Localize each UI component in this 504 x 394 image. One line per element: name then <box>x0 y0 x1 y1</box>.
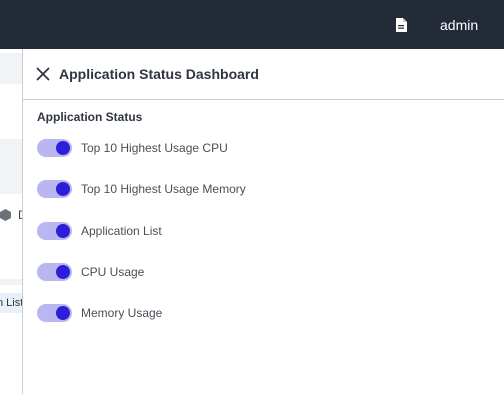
toggle-row-cpu-usage: CPU Usage <box>37 262 437 282</box>
toggle-switch[interactable] <box>37 304 72 322</box>
background-row <box>0 139 23 194</box>
toggle-knob <box>56 306 70 320</box>
toggle-label: Application List <box>81 224 162 238</box>
background-tab[interactable]: n List <box>0 293 23 313</box>
toggle-knob <box>56 182 70 196</box>
background-row <box>0 279 23 285</box>
toggle-switch[interactable] <box>37 139 72 157</box>
document-icon[interactable] <box>395 18 407 32</box>
toggle-row-top-memory: Top 10 Highest Usage Memory <box>37 179 437 199</box>
toggle-knob <box>56 141 70 155</box>
toggle-row-memory-usage: Memory Usage <box>37 303 437 323</box>
drawer-header: Application Status Dashboard <box>23 49 504 100</box>
close-icon[interactable] <box>36 67 50 81</box>
toggle-switch[interactable] <box>37 222 72 240</box>
toggle-row-top-cpu: Top 10 Highest Usage CPU <box>37 138 437 158</box>
toggle-label: Top 10 Highest Usage Memory <box>81 182 246 196</box>
user-menu[interactable]: admin <box>440 17 478 33</box>
toggle-label: CPU Usage <box>81 265 145 279</box>
toggle-switch[interactable] <box>37 180 72 198</box>
toggle-label: Memory Usage <box>81 306 163 320</box>
top-navigation-bar: admin <box>0 0 504 49</box>
background-row <box>0 53 23 84</box>
toggle-switch[interactable] <box>37 263 72 281</box>
toggle-row-application-list: Application List <box>37 221 437 241</box>
toggle-label: Top 10 Highest Usage CPU <box>81 141 228 155</box>
section-title: Application Status <box>37 110 143 124</box>
hexagon-icon <box>0 209 11 221</box>
toggle-knob <box>56 265 70 279</box>
drawer-title: Application Status Dashboard <box>59 66 259 82</box>
toggle-knob <box>56 224 70 238</box>
